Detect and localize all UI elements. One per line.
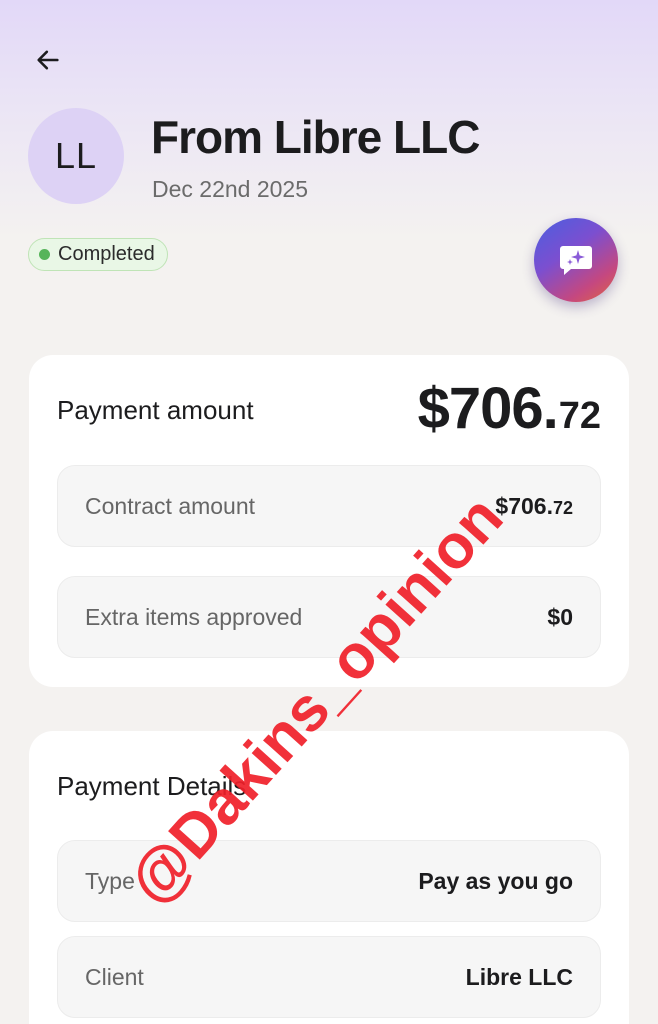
payment-date: Dec 22nd 2025 [152,176,309,202]
payment-amount-card: Payment amount $706. 72 Contract amount … [29,355,629,687]
type-row: Type Pay as you go [57,840,601,922]
extra-items-main: $0 [547,603,573,630]
client-label: Client [85,963,144,990]
back-button[interactable] [28,40,68,80]
client-value: Libre LLC [465,963,573,990]
payment-amount-label: Payment amount [57,395,254,425]
type-value: Pay as you go [418,867,573,894]
chat-sparkle-icon [560,246,592,275]
type-label: Type [85,867,135,894]
ai-assistant-button[interactable] [534,218,618,302]
avatar: LL [28,108,124,204]
arrow-left-icon [37,50,59,70]
avatar-initials: LL [54,135,98,176]
payment-details-title: Payment Details [57,771,247,801]
page-title: From Libre LLC [151,111,480,163]
extra-items-label: Extra items approved [85,603,303,630]
contract-amount-value: $706. 72 [495,493,573,520]
payment-amount-cents: 72 [558,395,601,437]
extra-items-value: $0 [547,604,573,631]
contract-amount-row: Contract amount $706. 72 [57,465,601,547]
contract-amount-cents: 72 [552,497,573,518]
contract-amount-label: Contract amount [85,492,256,519]
payment-details-card: Payment Details Type Pay as you go Clien… [29,731,629,1024]
status-label: Completed [58,243,155,265]
payment-amount-main: $706. [417,376,559,441]
client-row: Client Libre LLC [57,936,601,1018]
status-badge: Completed [28,238,168,271]
status-dot-icon [39,249,50,260]
payment-amount-value: $706. 72 [418,375,601,442]
extra-items-row: Extra items approved $0 [57,576,601,658]
contract-amount-main: $706. [495,492,553,519]
